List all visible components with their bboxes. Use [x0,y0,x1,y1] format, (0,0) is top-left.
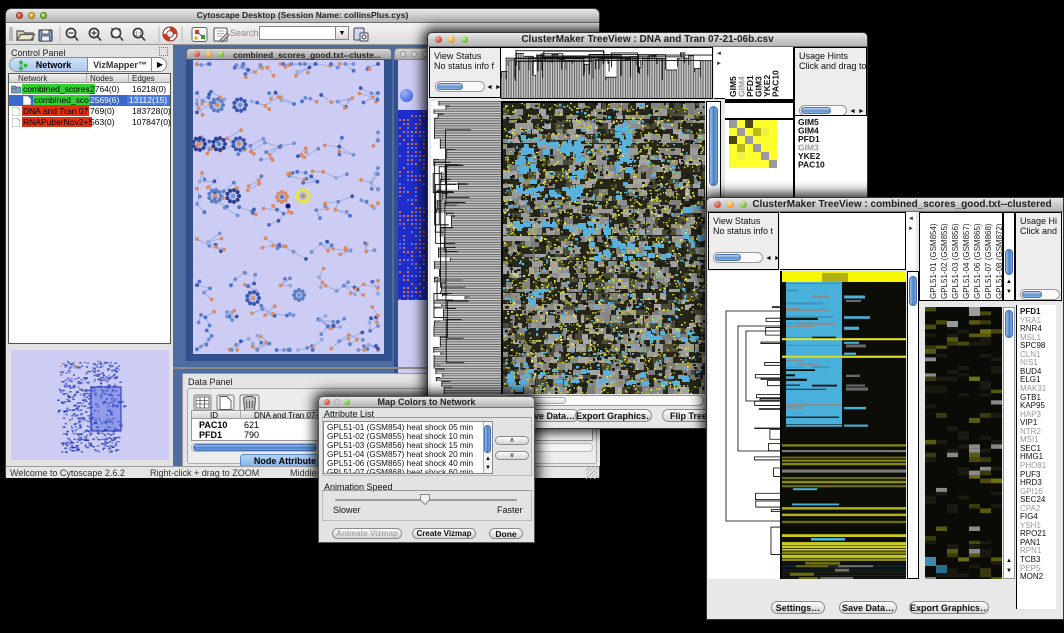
svg-text:PAC10: PAC10 [771,70,781,97]
svg-text:1:1: 1:1 [135,32,142,38]
